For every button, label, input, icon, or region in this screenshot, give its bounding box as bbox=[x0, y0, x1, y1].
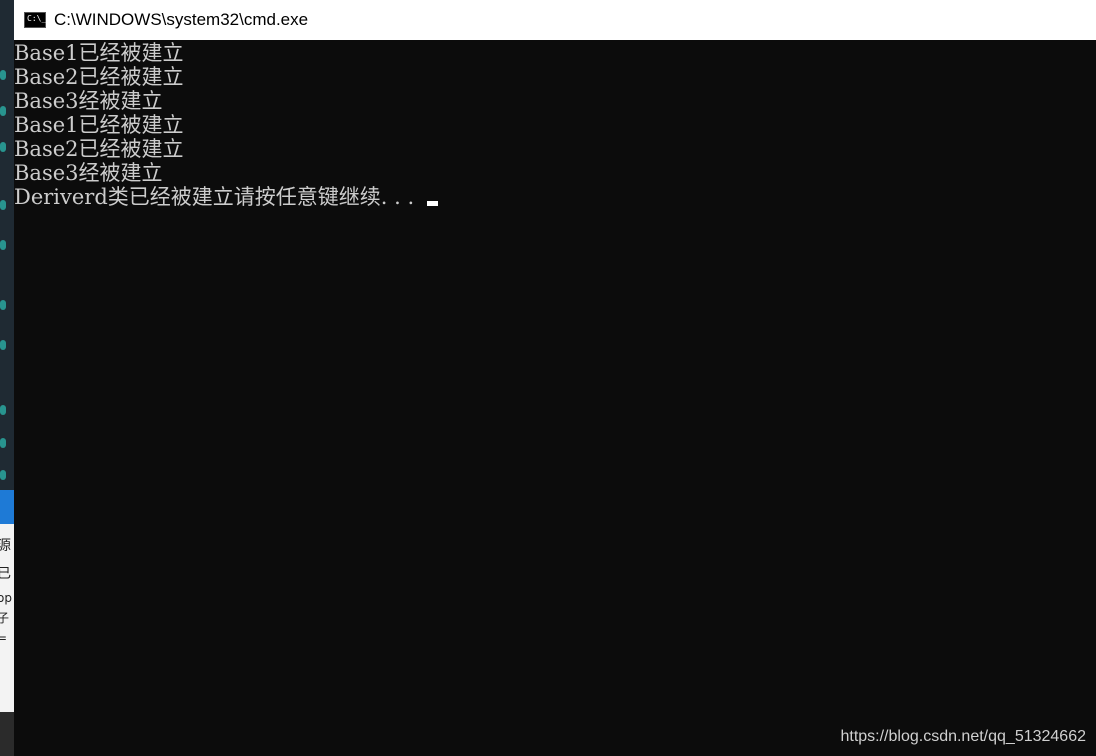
console-prompt-line: Deriverd类已经被建立请按任意键继续. . . bbox=[14, 185, 1096, 209]
ide-status-bar bbox=[0, 712, 14, 756]
console-line: Base2已经被建立 bbox=[14, 65, 184, 89]
cmd-window[interactable]: C:\WINDOWS\system32\cmd.exe Base1已经被建立 B… bbox=[14, 0, 1096, 756]
background-ide-strip: 源 已 op 子 = bbox=[0, 0, 14, 756]
ide-output-panel: 源 已 op 子 = bbox=[0, 524, 14, 714]
ide-marker-icon bbox=[0, 438, 6, 448]
ide-marker-icon bbox=[0, 200, 6, 210]
console-output[interactable]: Base1已经被建立 Base2已经被建立 Base3经被建立 Base1已经被… bbox=[14, 41, 1096, 756]
ide-marker-icon bbox=[0, 70, 6, 80]
console-line: Base1已经被建立 bbox=[14, 113, 184, 137]
ide-marker-icon bbox=[0, 405, 6, 415]
ide-marker-icon bbox=[0, 470, 6, 480]
title-bar[interactable]: C:\WINDOWS\system32\cmd.exe bbox=[14, 0, 1096, 40]
cmd-icon[interactable] bbox=[24, 12, 46, 28]
ide-fragment: = bbox=[0, 631, 8, 645]
ide-marker-icon bbox=[0, 340, 6, 350]
window-title: C:\WINDOWS\system32\cmd.exe bbox=[54, 10, 309, 29]
ide-fragment: 已 bbox=[0, 566, 11, 582]
ide-marker-icon bbox=[0, 142, 6, 152]
ide-marker-icon bbox=[0, 240, 6, 250]
watermark: https://blog.csdn.net/qq_51324662 bbox=[840, 728, 1086, 745]
console-line: Base3经被建立 bbox=[14, 161, 163, 185]
ide-marker-icon bbox=[0, 106, 6, 116]
ide-marker-icon bbox=[0, 300, 6, 310]
ide-fragment: op bbox=[0, 591, 12, 605]
console-line: Base3经被建立 bbox=[14, 89, 163, 113]
ide-fragment: 子 bbox=[0, 611, 10, 625]
text-cursor bbox=[426, 201, 438, 206]
console-line: Base2已经被建立 bbox=[14, 137, 184, 161]
console-line: Base1已经被建立 bbox=[14, 41, 184, 65]
ide-selection-band bbox=[0, 490, 14, 524]
console-prompt-text: Deriverd类已经被建立请按任意键继续. . . bbox=[14, 185, 421, 209]
ide-fragment: 源 bbox=[0, 538, 11, 554]
